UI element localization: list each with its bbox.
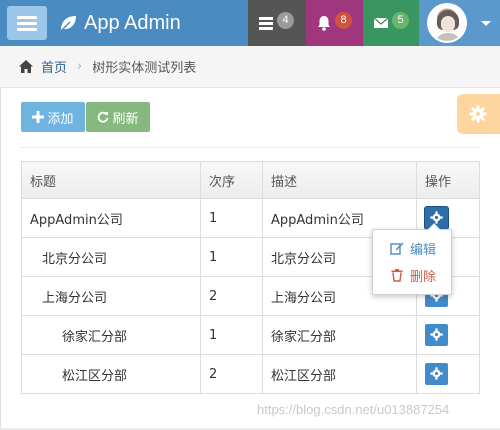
cell-actions	[416, 315, 480, 355]
settings-button[interactable]	[457, 94, 500, 134]
avatar[interactable]	[427, 3, 467, 43]
plus-icon	[32, 111, 45, 123]
row-actions-dropdown: 编辑 删除	[372, 223, 452, 295]
gear-icon	[430, 367, 443, 380]
tasks-icon	[259, 17, 273, 30]
watermark: https://blog.csdn.net/u013887254	[257, 402, 450, 417]
caret-down-icon	[481, 21, 491, 26]
home-icon	[19, 60, 33, 73]
table-header-row: 标题 次序 描述 操作	[21, 161, 480, 199]
cell-description: 徐家汇分部	[262, 315, 417, 355]
breadcrumb-current: 树形实体测试列表	[92, 61, 197, 76]
cell-order: 1	[200, 198, 263, 238]
cell-description: 松江区分部	[262, 354, 417, 394]
delete-menu-item[interactable]: 删除	[390, 266, 437, 285]
notifications-menu[interactable]: 8	[306, 0, 363, 46]
edit-menu-item[interactable]: 编辑	[390, 239, 437, 258]
refresh-button-label: 刷新	[112, 111, 139, 127]
cell-order: 2	[200, 354, 263, 394]
table-row: 徐家汇分部 1 徐家汇分部	[21, 315, 480, 355]
add-button[interactable]: 添加	[21, 102, 85, 132]
delete-menu-label: 删除	[410, 269, 437, 285]
brand[interactable]: App Admin	[58, 11, 181, 35]
notifications-count-badge: 8	[335, 12, 352, 29]
gear-icon	[469, 105, 487, 123]
edit-menu-label: 编辑	[410, 242, 437, 258]
brand-title: App Admin	[84, 11, 181, 34]
bell-icon	[318, 16, 330, 31]
row-actions-button[interactable]	[425, 324, 448, 346]
cell-title: 徐家汇分部	[21, 315, 201, 355]
hamburger-icon	[17, 16, 37, 19]
breadcrumb-separator: ›	[77, 59, 83, 74]
menu-toggle-button[interactable]	[7, 6, 47, 40]
column-header-actions: 操作	[416, 161, 480, 199]
edit-icon	[390, 242, 404, 255]
top-navbar: App Admin 4 8 5	[0, 0, 500, 46]
messages-count-badge: 5	[392, 12, 409, 29]
breadcrumb: 首页 › 树形实体测试列表	[0, 46, 500, 88]
refresh-icon	[98, 111, 109, 123]
table-row: 松江区分部 2 松江区分部	[21, 354, 480, 394]
refresh-button[interactable]: 刷新	[86, 102, 150, 132]
tasks-menu[interactable]: 4	[248, 0, 306, 46]
tasks-count-badge: 4	[277, 12, 294, 29]
cell-title: 上海分公司	[21, 276, 201, 316]
breadcrumb-home-link[interactable]: 首页	[41, 57, 67, 76]
trash-icon	[391, 269, 403, 282]
messages-menu[interactable]: 5	[363, 0, 419, 46]
column-header-title: 标题	[21, 161, 201, 199]
cell-title: 北京分公司	[21, 237, 201, 277]
cell-title: 松江区分部	[21, 354, 201, 394]
cell-title: AppAdmin公司	[21, 198, 201, 238]
cell-order: 1	[200, 237, 263, 277]
row-actions-button[interactable]	[425, 363, 448, 385]
column-header-description: 描述	[262, 161, 417, 199]
user-menu[interactable]	[419, 0, 500, 46]
cell-order: 2	[200, 276, 263, 316]
cell-order: 1	[200, 315, 263, 355]
leaf-icon	[60, 16, 76, 32]
add-button-label: 添加	[47, 111, 74, 127]
gear-icon	[430, 328, 443, 341]
column-header-order: 次序	[200, 161, 263, 199]
envelope-icon	[373, 17, 389, 28]
cell-actions	[416, 354, 480, 394]
divider	[21, 147, 480, 148]
